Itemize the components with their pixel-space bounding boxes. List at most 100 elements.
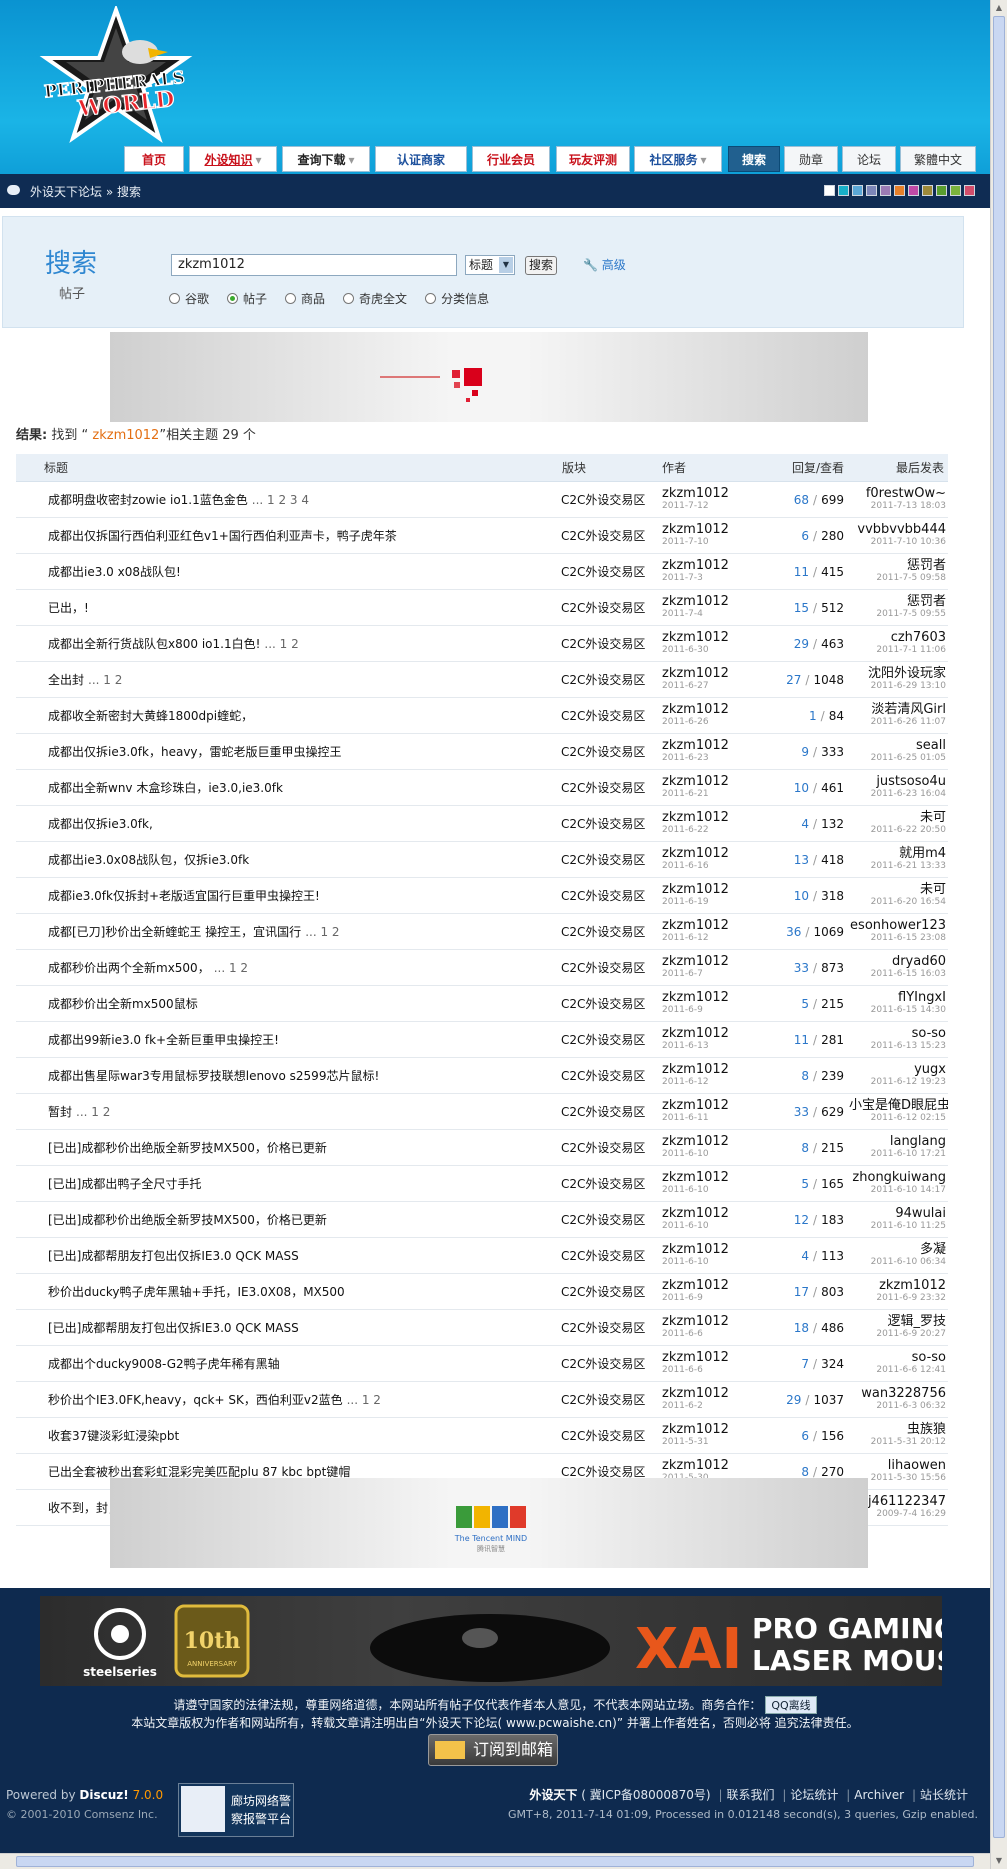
footer-link-archiver[interactable]: Archiver — [854, 1788, 904, 1802]
last-post-time[interactable]: 2011-7-5 09:58 — [849, 572, 946, 585]
forum-link[interactable]: C2C外设交易区 — [561, 1213, 645, 1227]
thread-title-link[interactable]: [已出]成都帮朋友打包出仅拆IE3.0 QCK MASS — [48, 1249, 299, 1263]
last-post-user[interactable]: flYIngxI — [849, 991, 946, 1004]
last-post-user[interactable]: 逻辑_罗技 — [849, 1315, 946, 1328]
author-link[interactable]: zkzm1012 — [662, 631, 760, 644]
thread-title-link[interactable]: [已出]成都秒价出绝版全新罗技MX500，价格已更新 — [48, 1213, 327, 1227]
thread-pages[interactable]: ... 1 2 — [88, 673, 122, 687]
search-input[interactable]: zkzm1012 — [171, 254, 457, 276]
forum-link[interactable]: C2C外设交易区 — [561, 1393, 645, 1407]
forum-link[interactable]: C2C外设交易区 — [561, 1321, 645, 1335]
ad-banner-top[interactable] — [110, 332, 868, 422]
thread-title-link[interactable]: [已出]成都出鸭子全尺寸手托 — [48, 1177, 201, 1191]
thread-title-link[interactable]: 成都出仅拆ie3.0fk，heavy，雷蛇老版巨重甲虫操控王 — [48, 745, 342, 759]
author-link[interactable]: zkzm1012 — [662, 775, 760, 788]
last-post-user[interactable]: dryad60 — [849, 955, 946, 968]
search-option[interactable]: 谷歌 — [169, 290, 209, 307]
forum-link[interactable]: C2C外设交易区 — [561, 529, 645, 543]
style-swatch[interactable] — [866, 185, 877, 196]
author-link[interactable]: zkzm1012 — [662, 883, 760, 896]
nav-item-0[interactable]: 首页 — [124, 146, 184, 172]
last-post-time[interactable]: 2011-6-29 13:10 — [849, 680, 946, 693]
search-option[interactable]: 分类信息 — [425, 290, 489, 307]
footer-icp[interactable]: ( 冀ICP备08000870号) — [581, 1788, 710, 1802]
style-swatch[interactable] — [964, 185, 975, 196]
last-post-time[interactable]: 2011-6-15 14:30 — [849, 1004, 946, 1017]
last-post-time[interactable]: 2011-6-3 06:32 — [849, 1400, 946, 1413]
thread-title-link[interactable]: 成都出全新wnv 木盒珍珠白，ie3.0,ie3.0fk — [48, 781, 283, 795]
forum-link[interactable]: C2C外设交易区 — [561, 745, 645, 759]
author-link[interactable]: zkzm1012 — [662, 595, 760, 608]
author-link[interactable]: zkzm1012 — [662, 1243, 760, 1256]
qq-contact-button[interactable]: QQ离线 — [765, 1696, 817, 1714]
author-link[interactable]: zkzm1012 — [662, 1207, 760, 1220]
last-post-time[interactable]: 2011-7-5 09:55 — [849, 608, 946, 621]
style-swatch[interactable] — [838, 185, 849, 196]
forum-link[interactable]: C2C外设交易区 — [561, 853, 645, 867]
last-post-time[interactable]: 2011-6-10 06:34 — [849, 1256, 946, 1269]
author-link[interactable]: zkzm1012 — [662, 847, 760, 860]
author-link[interactable]: zkzm1012 — [662, 703, 760, 716]
author-link[interactable]: zkzm1012 — [662, 1135, 760, 1148]
author-link[interactable]: zkzm1012 — [662, 559, 760, 572]
nav-item-6[interactable]: 社区服务 ▾ — [634, 146, 722, 172]
radio-button[interactable] — [227, 293, 239, 304]
last-post-user[interactable]: 多凝 — [849, 1243, 946, 1256]
last-post-time[interactable]: 2011-6-15 16:03 — [849, 968, 946, 981]
thread-pages[interactable]: ... 1 2 — [305, 925, 339, 939]
forum-link[interactable]: C2C外设交易区 — [561, 925, 645, 939]
breadcrumb[interactable]: 外设天下论坛 » 搜索 — [30, 183, 141, 200]
author-link[interactable]: zkzm1012 — [662, 1063, 760, 1076]
forum-link[interactable]: C2C外设交易区 — [561, 997, 645, 1011]
ad-banner-mind[interactable]: The Tencent MIND 腾讯智慧 — [110, 1478, 868, 1568]
last-post-time[interactable]: 2011-6-10 11:25 — [849, 1220, 946, 1233]
style-swatch[interactable] — [852, 185, 863, 196]
last-post-user[interactable]: 虫族狼 — [849, 1423, 946, 1436]
thread-title-link[interactable]: 成都出99新ie3.0 fk+全新巨重甲虫操控王! — [48, 1033, 279, 1047]
last-post-user[interactable]: langlang — [849, 1135, 946, 1148]
last-post-time[interactable]: 2011-6-25 01:05 — [849, 752, 946, 765]
nav-item-2[interactable]: 查询下载 ▾ — [282, 146, 370, 172]
forum-link[interactable]: C2C外设交易区 — [561, 817, 645, 831]
thread-title-link[interactable]: 已出，! — [48, 601, 89, 615]
thread-title-link[interactable]: [已出]成都帮朋友打包出仅拆IE3.0 QCK MASS — [48, 1321, 299, 1335]
last-post-time[interactable]: 2011-7-10 10:36 — [849, 536, 946, 549]
nav-item-5[interactable]: 玩友评测 — [556, 146, 630, 172]
scroll-up-icon[interactable]: ▲ — [993, 2, 1005, 14]
author-link[interactable]: zkzm1012 — [662, 919, 760, 932]
style-swatch[interactable] — [922, 185, 933, 196]
forum-link[interactable]: C2C外设交易区 — [561, 493, 645, 507]
nav-item-3[interactable]: 认证商家 — [375, 146, 467, 172]
author-link[interactable]: zkzm1012 — [662, 523, 760, 536]
search-option[interactable]: 商品 — [285, 290, 325, 307]
thread-pages[interactable]: ... 1 2 — [214, 961, 248, 975]
author-link[interactable]: zkzm1012 — [662, 739, 760, 752]
discuz-link[interactable]: Discuz! — [79, 1788, 128, 1802]
nav-item-8[interactable]: 勋章 — [784, 146, 838, 172]
thread-title-link[interactable]: 成都明盘收密封zowie io1.1蓝色金色 — [48, 493, 248, 507]
thread-title-link[interactable]: 成都出个ducky9008-G2鸭子虎年稀有黑轴 — [48, 1357, 280, 1371]
thread-title-link[interactable]: 秒价出个IE3.0FK,heavy，qck+ SK，西伯利亚v2蓝色 — [48, 1393, 343, 1407]
thread-title-link[interactable]: 已出全套被秒出套彩虹混彩完美匹配plu 87 kbc bpt键帽 — [48, 1465, 350, 1479]
thread-pages[interactable]: ... 1 2 — [347, 1393, 381, 1407]
scroll-down-icon[interactable]: ▼ — [993, 1855, 1005, 1867]
radio-button[interactable] — [425, 293, 437, 304]
author-link[interactable]: zkzm1012 — [662, 1423, 760, 1436]
last-post-user[interactable]: 94wulai — [849, 1207, 946, 1220]
style-swatch[interactable] — [880, 185, 891, 196]
thread-title-link[interactable]: 全出封 — [48, 673, 84, 687]
last-post-user[interactable]: esonhower123 — [849, 919, 946, 932]
footer-link-stats[interactable]: 论坛统计 — [790, 1788, 838, 1802]
last-post-user[interactable]: so-so — [849, 1027, 946, 1040]
forum-link[interactable]: C2C外设交易区 — [561, 637, 645, 651]
author-link[interactable]: zkzm1012 — [662, 487, 760, 500]
last-post-time[interactable]: 2011-6-22 20:50 — [849, 824, 946, 837]
author-link[interactable]: zkzm1012 — [662, 991, 760, 1004]
author-link[interactable]: zkzm1012 — [662, 811, 760, 824]
footer-link-webmaster-stats[interactable]: 站长统计 — [920, 1788, 968, 1802]
last-post-user[interactable]: justsoso4u — [849, 775, 946, 788]
forum-link[interactable]: C2C外设交易区 — [561, 673, 645, 687]
advanced-search-link[interactable]: 🔧 高级 — [583, 256, 626, 273]
thread-title-link[interactable]: 收套37键淡彩虹浸染pbt — [48, 1429, 179, 1443]
thread-title-link[interactable]: 成都收全新密封大黄蜂1800dpi蝰蛇， — [48, 709, 253, 723]
